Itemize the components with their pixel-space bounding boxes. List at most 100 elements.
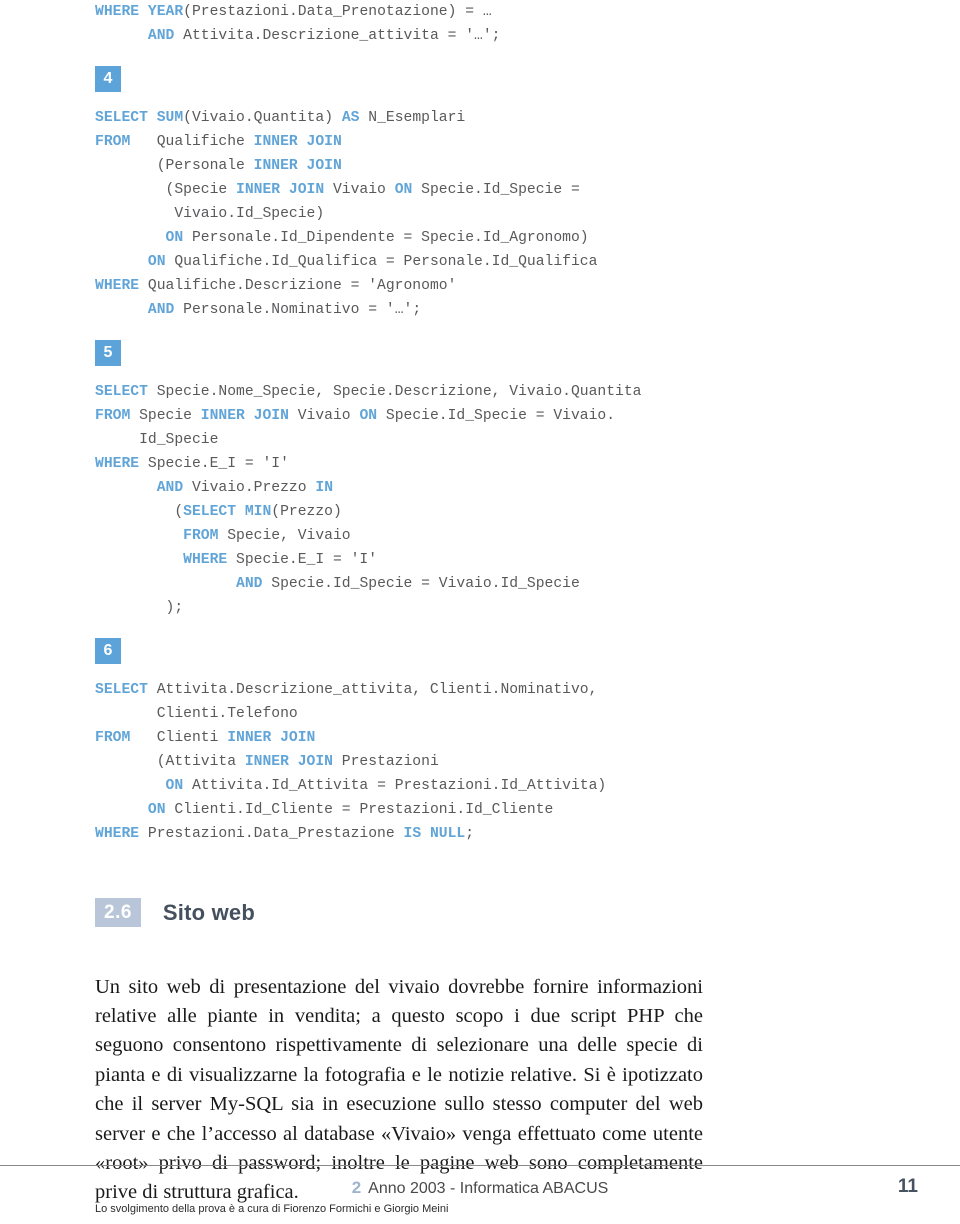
sql-text: Qualifiche.Descrizione = 'Agronomo' bbox=[139, 278, 457, 294]
sql-text: Specie.Id_Specie = Vivaio. bbox=[377, 408, 616, 424]
sql-keyword: SELECT bbox=[95, 682, 148, 698]
sql-text: Attivita.Descrizione_attivita = '…'; bbox=[174, 28, 501, 44]
sql-keyword: SELECT bbox=[95, 384, 148, 400]
sql-keyword: ON bbox=[147, 254, 166, 270]
sql-keyword: INNER JOIN bbox=[236, 182, 325, 198]
sql-text: Specie bbox=[130, 408, 201, 424]
sql-keyword: ON bbox=[359, 408, 378, 424]
sql-text: (Prezzo) bbox=[271, 504, 342, 520]
footer-chapter-number: 2 bbox=[351, 1178, 362, 1197]
sql-text: Clienti.Id_Cliente = Prestazioni.Id_Clie… bbox=[165, 802, 554, 818]
sql-keyword: AND bbox=[156, 480, 184, 496]
query-4: SELECT SUM(Vivaio.Quantita) AS N_Esempla… bbox=[95, 106, 795, 322]
sql-text: Specie.E_I = 'I' bbox=[227, 552, 378, 568]
sql-text: Specie.Id_Specie = Vivaio.Id_Specie bbox=[262, 576, 580, 592]
sql-text: ); bbox=[95, 600, 184, 616]
sql-text: Vivaio.Prezzo bbox=[183, 480, 316, 496]
sql-keyword: SUM bbox=[156, 110, 184, 126]
sql-keyword: INNER JOIN bbox=[244, 754, 333, 770]
sql-keyword: INNER JOIN bbox=[200, 408, 289, 424]
sql-keyword: ON bbox=[147, 802, 166, 818]
sql-keyword: FROM bbox=[183, 528, 219, 544]
sql-keyword: INNER JOIN bbox=[227, 730, 316, 746]
footer-divider bbox=[0, 1165, 960, 1166]
sql-text: Specie.E_I = 'I' bbox=[139, 456, 289, 472]
sql-text: (Prestazioni.Data_Prenotazione) = … bbox=[183, 4, 492, 20]
section-paragraph: Un sito web di presentazione del vivaio … bbox=[95, 975, 703, 1204]
sql-keyword: YEAR bbox=[147, 4, 184, 20]
sql-keyword: AND bbox=[236, 576, 263, 592]
sql-text: Attivita.Descrizione_attivita, Clienti.N… bbox=[147, 682, 598, 698]
sql-text: Specie.Nome_Specie, Specie.Descrizione, … bbox=[147, 384, 642, 400]
sql-keyword: IN bbox=[315, 480, 334, 496]
document-page: WHERE YEAR(Prestazioni.Data_Prenotazione… bbox=[0, 0, 960, 1224]
sql-keyword: ON bbox=[165, 778, 184, 794]
sql-keyword: WHERE bbox=[95, 278, 140, 294]
sql-keyword: INNER JOIN bbox=[253, 134, 342, 150]
sql-text: Clienti.Telefono bbox=[95, 706, 298, 722]
sql-keyword: WHERE bbox=[95, 456, 140, 472]
sql-text: (Vivaio.Quantita) bbox=[183, 110, 342, 126]
sql-keyword: FROM bbox=[95, 408, 131, 424]
footer-title: Anno 2003 - Informatica ABACUS bbox=[368, 1180, 609, 1197]
sql-text: Personale.Nominativo = '…'; bbox=[174, 302, 422, 318]
sql-listing-area: WHERE YEAR(Prestazioni.Data_Prenotazione… bbox=[95, 0, 795, 846]
query-3-continuation: WHERE YEAR(Prestazioni.Data_Prenotazione… bbox=[95, 0, 795, 48]
sql-text: (Specie bbox=[95, 182, 237, 198]
sql-keyword: AS bbox=[341, 110, 360, 126]
sql-keyword: SELECT MIN bbox=[183, 504, 272, 520]
sql-text: Personale.Id_Dipendente = Specie.Id_Agro… bbox=[183, 230, 589, 246]
sql-text: N_Esemplari bbox=[359, 110, 466, 126]
sql-text: Vivaio.Id_Specie) bbox=[95, 206, 325, 222]
query-number-badge: 4 bbox=[95, 66, 121, 92]
sql-text: Qualifiche.Id_Qualifica = Personale.Id_Q… bbox=[165, 254, 598, 270]
sql-text: (Attivita bbox=[95, 754, 245, 770]
section-title: Sito web bbox=[162, 899, 255, 925]
sql-text: (Personale bbox=[95, 158, 254, 174]
section-heading: 2.6 Sito web bbox=[95, 898, 255, 927]
sql-keyword: FROM bbox=[95, 730, 131, 746]
sql-keyword: SELECT bbox=[95, 110, 148, 126]
sql-keyword: AND bbox=[147, 28, 175, 44]
sql-keyword: WHERE bbox=[95, 4, 140, 20]
sql-keyword: INNER JOIN bbox=[253, 158, 342, 174]
sql-keyword: FROM bbox=[95, 134, 131, 150]
sql-keyword: ON bbox=[394, 182, 413, 198]
query-6: SELECT Attivita.Descrizione_attivita, Cl… bbox=[95, 678, 795, 846]
sql-text: Attivita.Id_Attivita = Prestazioni.Id_At… bbox=[183, 778, 607, 794]
page-number: 11 bbox=[897, 1176, 918, 1197]
sql-text: Id_Specie bbox=[95, 432, 219, 448]
sql-text: Specie.Id_Specie = bbox=[412, 182, 580, 198]
sql-text: Vivaio bbox=[288, 408, 360, 424]
sql-keyword: IS NULL bbox=[403, 826, 466, 842]
sql-keyword: AND bbox=[147, 302, 175, 318]
sql-text: Vivaio bbox=[324, 182, 395, 198]
sql-keyword: WHERE bbox=[183, 552, 228, 568]
sql-text: Qualifiche bbox=[130, 134, 254, 150]
query-number-badge: 6 bbox=[95, 638, 121, 664]
section-number: 2.6 bbox=[95, 898, 141, 927]
sql-text: ( bbox=[95, 504, 184, 520]
sql-text: Prestazioni bbox=[332, 754, 439, 770]
sql-text: Prestazioni.Data_Prestazione bbox=[139, 826, 404, 842]
sql-text: Clienti bbox=[130, 730, 228, 746]
query-number-badge: 5 bbox=[95, 340, 121, 366]
